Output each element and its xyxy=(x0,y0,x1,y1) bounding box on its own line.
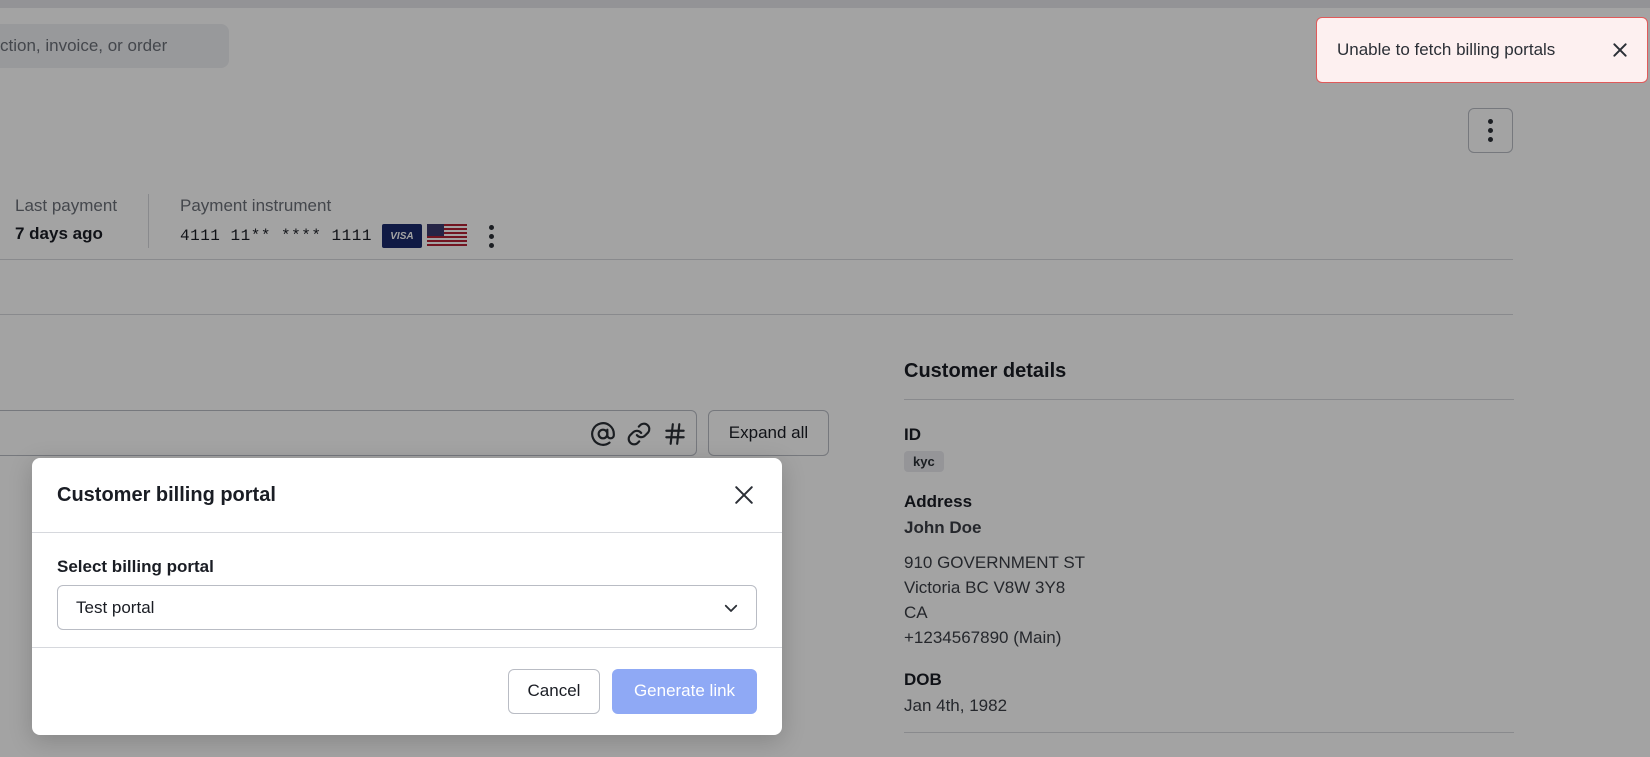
error-toast: Unable to fetch billing portals xyxy=(1316,17,1648,83)
select-value: Test portal xyxy=(76,597,155,617)
billing-portal-select[interactable]: Test portal xyxy=(57,585,757,630)
chevron-down-icon xyxy=(724,604,738,612)
billing-portal-modal: Customer billing portal Select billing p… xyxy=(32,458,782,735)
close-icon[interactable] xyxy=(1611,41,1629,59)
cancel-button[interactable]: Cancel xyxy=(508,668,600,714)
close-icon[interactable] xyxy=(731,482,757,508)
modal-title: Customer billing portal xyxy=(57,483,276,506)
toast-message: Unable to fetch billing portals xyxy=(1337,40,1556,59)
generate-link-button[interactable]: Generate link xyxy=(612,668,757,714)
select-label: Select billing portal xyxy=(57,557,214,576)
